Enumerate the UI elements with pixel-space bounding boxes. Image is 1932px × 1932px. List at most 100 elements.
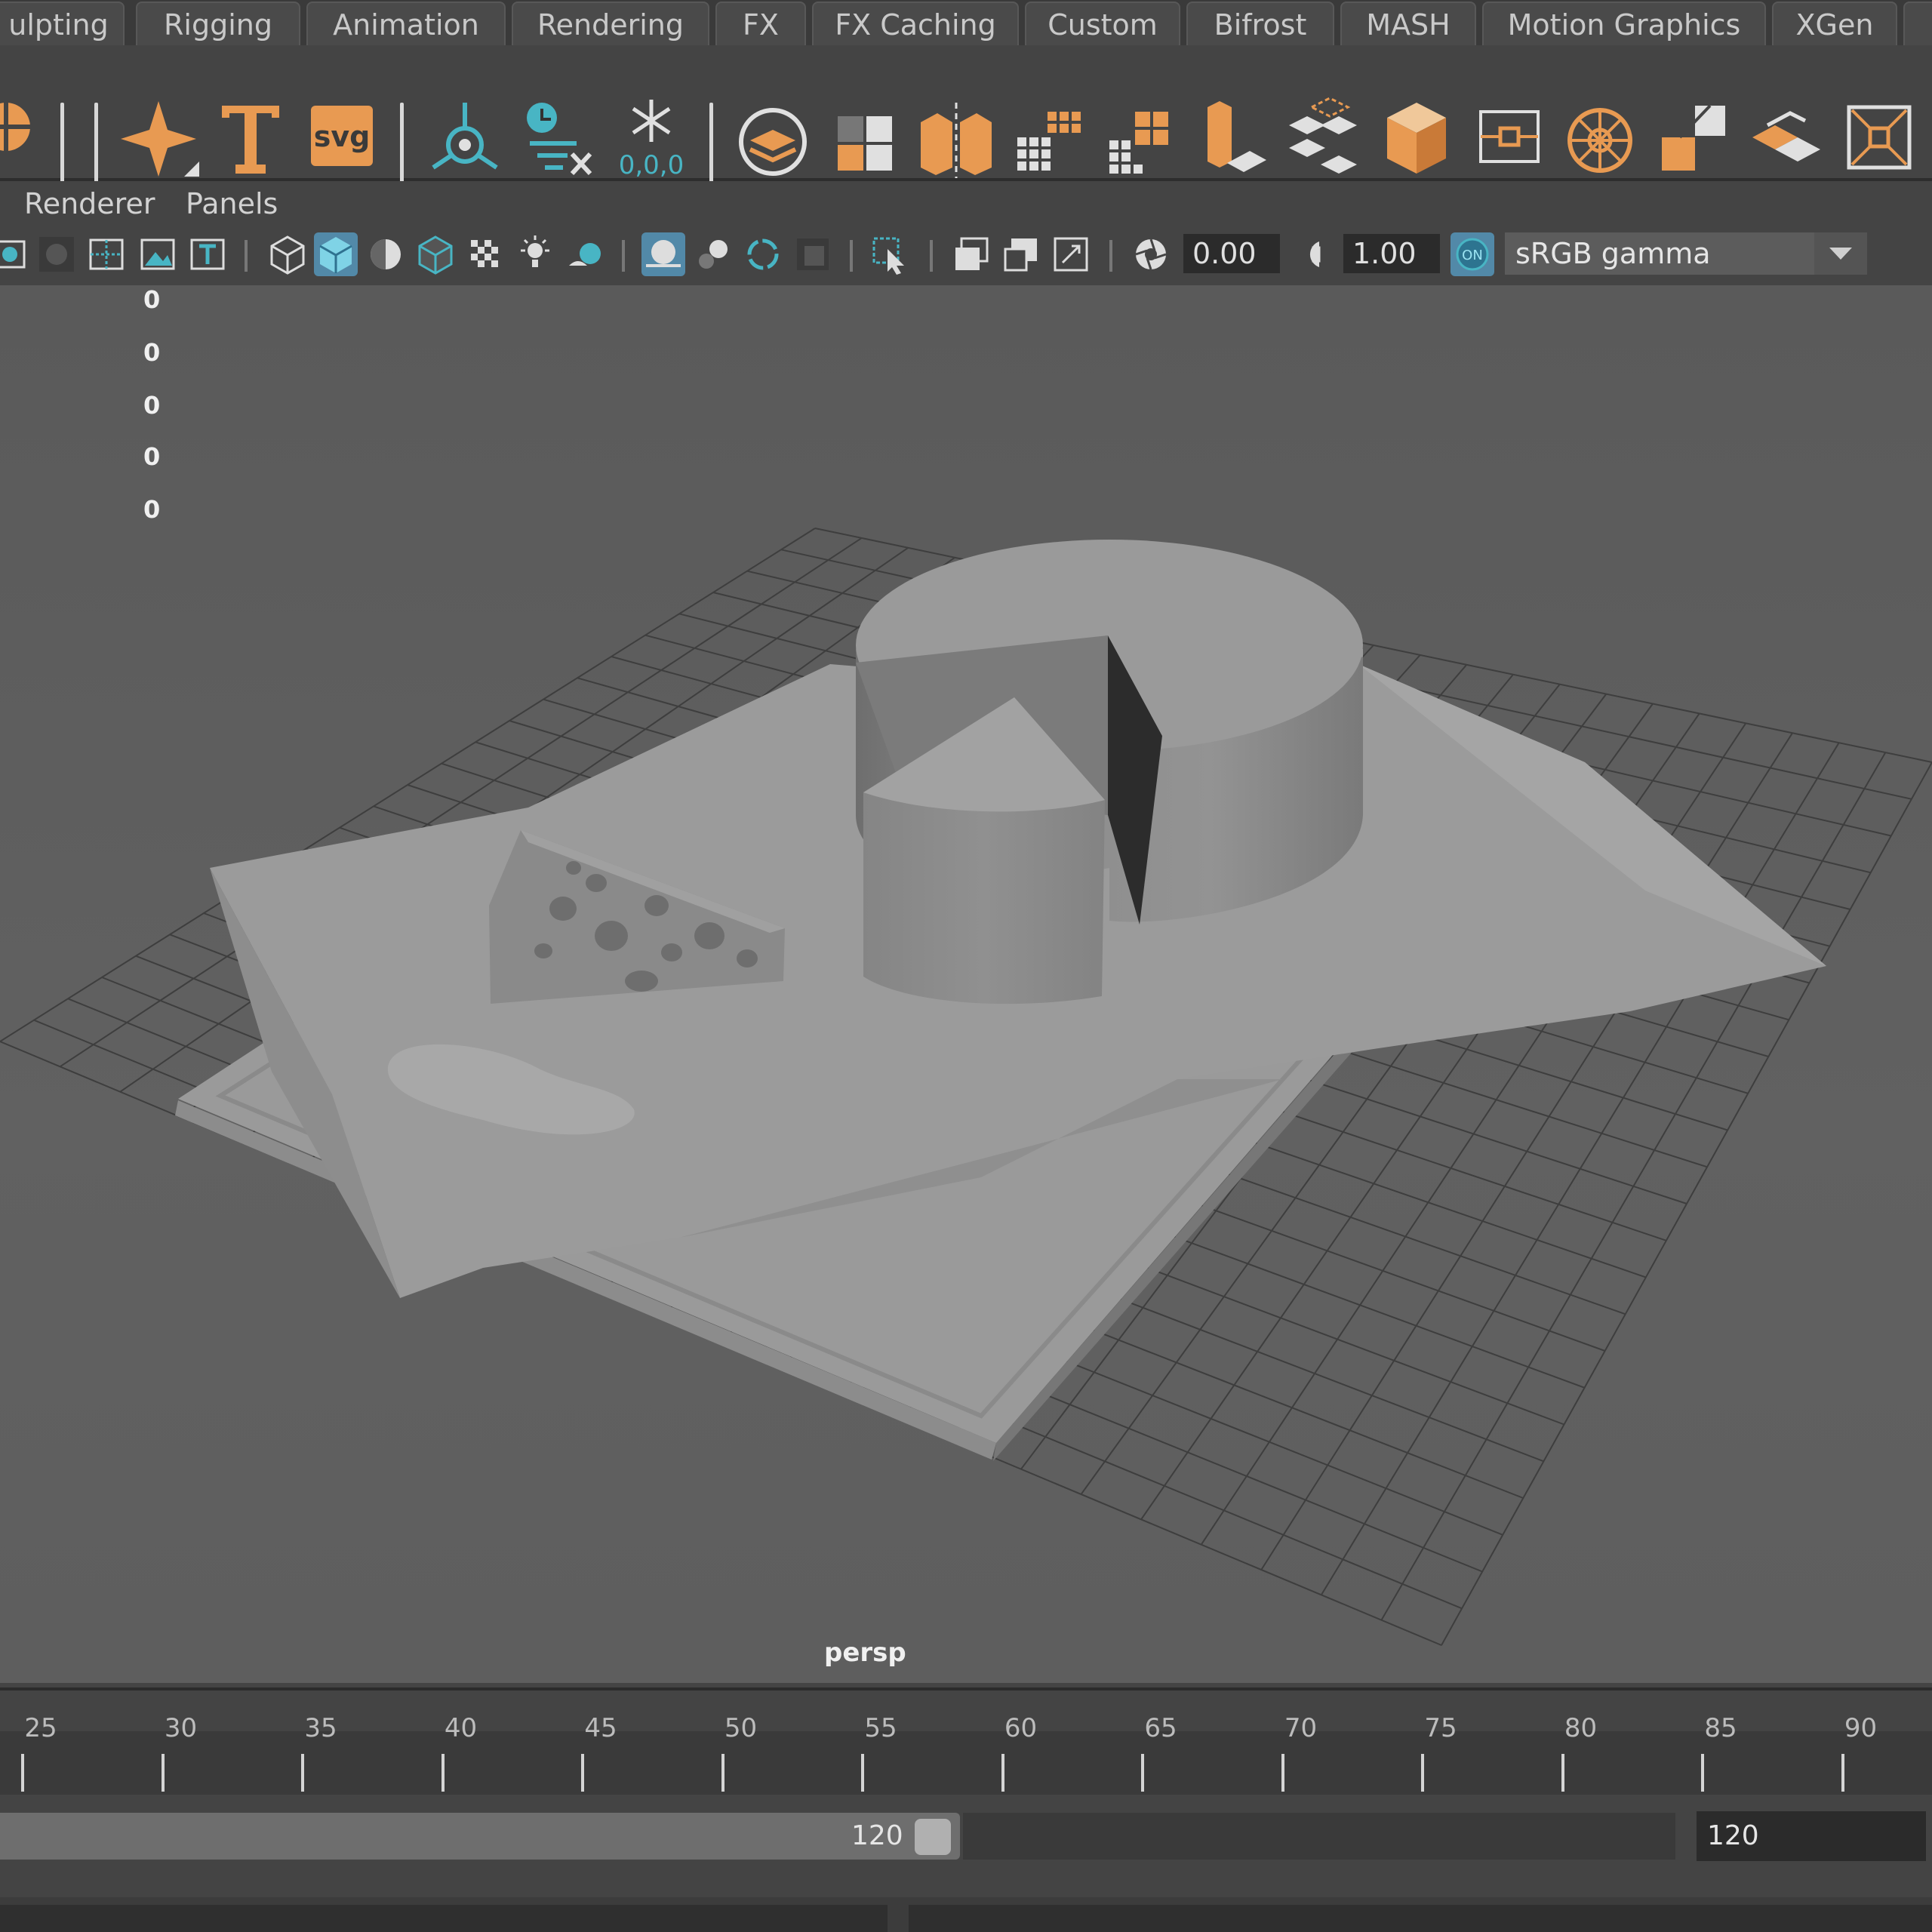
timeline-tick <box>721 1754 724 1792</box>
grid-toggle-icon[interactable] <box>85 232 128 276</box>
timeline-tick <box>581 1754 584 1792</box>
toolbar-separator <box>245 240 248 272</box>
toolbar-separator <box>1109 240 1112 272</box>
timeline-tick <box>1701 1754 1704 1792</box>
depth-of-field-icon[interactable] <box>791 232 835 276</box>
time-delete-icon[interactable] <box>522 95 595 178</box>
use-lights-icon[interactable] <box>513 232 557 276</box>
shelf-separator <box>709 103 713 192</box>
tab-sculpting[interactable]: ulpting <box>0 2 125 45</box>
timeline-tick <box>441 1754 445 1792</box>
menu-renderer[interactable]: Renderer <box>24 187 155 220</box>
command-line-bar <box>0 1897 1932 1932</box>
grid-blocks-icon[interactable] <box>1105 95 1173 178</box>
geometry-cache-icon[interactable] <box>737 95 809 178</box>
timeline-tick <box>21 1754 24 1792</box>
timeline-frame-label: 60 <box>1004 1713 1038 1743</box>
bounding-frame-icon[interactable] <box>1475 95 1544 178</box>
smooth-shade-icon[interactable] <box>314 232 358 276</box>
anti-alias-icon[interactable] <box>741 232 785 276</box>
timeline-frame-label: 70 <box>1284 1713 1318 1743</box>
tab-motion-graphics[interactable]: Motion Graphics <box>1482 2 1766 45</box>
timeline-frame-label: 85 <box>1704 1713 1737 1743</box>
timeline-frame-label: 45 <box>584 1713 617 1743</box>
toolbar-separator <box>930 240 933 272</box>
tab-animation[interactable]: Animation <box>306 2 506 45</box>
timeline-tick <box>1561 1754 1564 1792</box>
command-line-input[interactable] <box>0 1905 888 1932</box>
panel-menu-bar: Renderer Panels <box>0 181 1932 226</box>
timeline-frame-label: 25 <box>24 1713 57 1743</box>
shadows-icon[interactable] <box>565 232 608 276</box>
view-transform-dropdown-button[interactable] <box>1814 232 1867 275</box>
shelf-separator <box>94 103 98 192</box>
select-camera-icon[interactable] <box>868 232 912 276</box>
isolate-select-icon[interactable] <box>0 232 32 276</box>
tab-rendering[interactable]: Rendering <box>512 2 709 45</box>
timeline-frame-label: 55 <box>864 1713 897 1743</box>
film-gate-icon[interactable] <box>999 232 1043 276</box>
motion-blur-icon[interactable] <box>691 232 735 276</box>
timeline-frame-label: 80 <box>1564 1713 1598 1743</box>
tab-bifrost[interactable]: Bifrost <box>1186 2 1334 45</box>
tab-xgen[interactable]: XGen <box>1772 2 1897 45</box>
flat-layers-icon[interactable] <box>1748 95 1823 178</box>
time-slider-track[interactable] <box>0 1731 1932 1795</box>
mirror-cubes-icon[interactable] <box>915 95 998 178</box>
frame-selection-icon[interactable] <box>1844 95 1914 178</box>
range-slider[interactable] <box>0 1813 960 1860</box>
chevron-down-icon <box>1829 248 1852 260</box>
svg-icon[interactable]: svg <box>308 95 376 178</box>
range-slider-value: 120 <box>851 1820 903 1851</box>
mash-network-icon[interactable] <box>430 95 500 178</box>
gamma-field[interactable]: 1.00 <box>1343 234 1440 273</box>
range-slider-track[interactable] <box>963 1813 1675 1860</box>
color-management-on-label: ON <box>1462 248 1483 263</box>
type-text-icon[interactable] <box>219 95 282 178</box>
exposure-field[interactable]: 0.00 <box>1183 234 1280 273</box>
range-slider-handle[interactable] <box>915 1819 951 1855</box>
tab-more[interactable] <box>1903 2 1932 45</box>
timeline-frame-label: 50 <box>724 1713 758 1743</box>
color-management-toggle[interactable]: ON <box>1451 232 1494 276</box>
instance-grid-icon[interactable] <box>833 95 900 178</box>
timeline-frame-label: 30 <box>164 1713 198 1743</box>
sparkle-icon[interactable] <box>121 95 199 178</box>
default-lighting-icon[interactable] <box>364 232 408 276</box>
xray-toggle-icon[interactable] <box>35 232 78 276</box>
timeline-tick <box>301 1754 304 1792</box>
image-plane-icon[interactable] <box>136 232 180 276</box>
gamma-icon[interactable] <box>1292 232 1336 276</box>
extrude-column-icon[interactable] <box>1197 95 1269 178</box>
shelf-partial-icon[interactable] <box>0 98 38 155</box>
tab-mash[interactable]: MASH <box>1340 2 1476 45</box>
transform-blocks-icon[interactable] <box>1657 95 1730 178</box>
cube-icon[interactable] <box>1383 95 1451 178</box>
hud-text-icon[interactable] <box>186 232 229 276</box>
shelf-separator <box>60 103 64 192</box>
distribute-grid-icon[interactable] <box>1014 95 1082 178</box>
tab-custom[interactable]: Custom <box>1025 2 1180 45</box>
wireframe-icon[interactable] <box>266 232 309 276</box>
scene-render <box>0 528 1932 1646</box>
layer-stack-icon[interactable] <box>1281 95 1364 178</box>
textured-icon[interactable] <box>463 232 507 276</box>
tab-rigging[interactable]: Rigging <box>136 2 300 45</box>
view-transform-dropdown[interactable]: sRGB gamma <box>1505 232 1867 275</box>
screen-space-ao-icon[interactable] <box>641 232 685 276</box>
timeline-tick <box>1841 1754 1844 1792</box>
tab-fx[interactable]: FX <box>715 2 806 45</box>
resolution-gate-icon[interactable] <box>949 232 993 276</box>
radial-wheel-icon[interactable] <box>1565 95 1635 178</box>
safe-area-icon[interactable] <box>1049 232 1093 276</box>
snowflake-origin-icon[interactable]: 0,0,0 <box>610 95 693 178</box>
tab-fx-caching[interactable]: FX Caching <box>812 2 1019 45</box>
exposure-icon[interactable] <box>1129 232 1173 276</box>
range-slider-bar: 120 120 <box>0 1796 1932 1897</box>
menu-panels[interactable]: Panels <box>186 187 278 220</box>
animation-end-field[interactable]: 120 <box>1697 1811 1926 1861</box>
viewport-3d[interactable]: 0 0 0 0 0 persp <box>0 285 1932 1683</box>
time-slider[interactable]: 25 30 35 40 45 50 55 60 65 70 75 80 85 90 <box>0 1687 1932 1798</box>
wire-on-shaded-icon[interactable] <box>414 232 457 276</box>
shelf-separator <box>400 103 404 192</box>
